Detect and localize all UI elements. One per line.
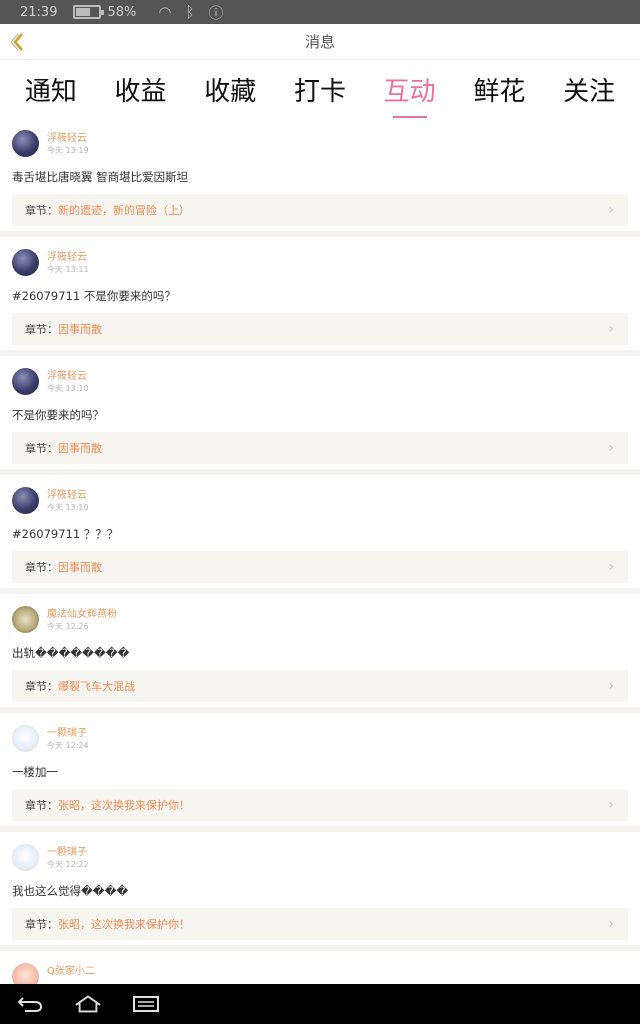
chevron-right-icon: › xyxy=(608,440,614,456)
chapter-title: 因事而散 xyxy=(58,442,102,455)
chapter-title: 新的遗迹，新的冒险（上） xyxy=(58,204,190,217)
chapter-label: 章节： xyxy=(25,918,58,931)
chevron-right-icon: › xyxy=(608,797,614,813)
tab-notice[interactable]: 通知 xyxy=(21,71,81,108)
battery-icon xyxy=(73,5,105,19)
bluetooth-icon: ᛒ xyxy=(185,3,195,21)
comment-text[interactable]: 不是你要来的吗？ xyxy=(12,406,628,424)
username[interactable]: 浮筱轻云 xyxy=(47,251,89,264)
tab-interaction[interactable]: 互动 xyxy=(380,71,440,108)
recent-apps-icon xyxy=(133,996,159,1012)
list-item: 浮筱轻云 今天 13:19 毒舌堪比唐晓翼 智商堪比爱因斯坦 章节： 新的遗迹，… xyxy=(0,118,640,231)
avatar[interactable] xyxy=(12,130,39,157)
comment-text[interactable]: 我也这么觉得���� xyxy=(12,882,628,900)
chapter-label: 章节： xyxy=(25,442,58,455)
chapter-link[interactable]: 章节： 因事而散 › xyxy=(12,313,628,345)
chapter-label: 章节： xyxy=(25,680,58,693)
chapter-title: 张昭，这次换我来保护你！ xyxy=(58,799,190,812)
chevron-right-icon: › xyxy=(608,916,614,932)
timestamp: 今天 13:19 xyxy=(47,146,89,155)
username[interactable]: 一颗琪子 xyxy=(47,727,89,740)
avatar[interactable] xyxy=(12,249,39,276)
system-nav-bar xyxy=(0,984,640,1024)
timestamp: 今天 12:26 xyxy=(47,622,89,631)
username[interactable]: 浮筱轻云 xyxy=(47,132,89,145)
tab-earnings[interactable]: 收益 xyxy=(111,71,171,108)
timestamp: 今天 13:10 xyxy=(47,384,89,393)
avatar[interactable] xyxy=(12,606,39,633)
comment-text[interactable]: 毒舌堪比唐晓翼 智商堪比爱因斯坦 xyxy=(12,168,628,186)
list-item: Q张家小二 xyxy=(0,951,640,984)
chapter-link[interactable]: 章节： 新的遗迹，新的冒险（上） › xyxy=(12,194,628,226)
list-item: 一颗琪子 今天 12:24 一楼加一 章节： 张昭，这次换我来保护你！ › xyxy=(0,713,640,826)
avatar[interactable] xyxy=(12,368,39,395)
header-bar: 消息 xyxy=(0,24,640,60)
chapter-link[interactable]: 章节： 因事而散 › xyxy=(12,432,628,464)
battery-percent: 58% xyxy=(107,4,137,20)
list-item: 浮筱轻云 今天 13:10 #26079711 ？？？ 章节： 因事而散 › xyxy=(0,475,640,588)
comment-text[interactable]: #26079711 不是你要来的吗？ xyxy=(12,287,628,305)
chevron-right-icon: › xyxy=(608,559,614,575)
list-item: 一颗琪子 今天 12:22 我也这么觉得���� 章节： 张昭，这次换我来保护你… xyxy=(0,832,640,945)
comment-text[interactable]: 一楼加一 xyxy=(12,763,628,781)
chapter-title: 因事而散 xyxy=(58,561,102,574)
chapter-title: 爆裂飞车大混战 xyxy=(58,680,135,693)
wifi-icon: ◠ xyxy=(158,3,172,21)
tab-bar: 通知 收益 收藏 打卡 互动 鲜花 关注 xyxy=(0,60,640,118)
avatar[interactable] xyxy=(12,844,39,871)
username[interactable]: 浮筱轻云 xyxy=(47,489,89,502)
avatar[interactable] xyxy=(12,963,39,984)
chevron-right-icon: › xyxy=(608,321,614,337)
chevron-right-icon: › xyxy=(608,202,614,218)
chapter-title: 因事而散 xyxy=(58,323,102,336)
page-title: 消息 xyxy=(304,33,335,51)
avatar[interactable] xyxy=(12,487,39,514)
timestamp: 今天 12:22 xyxy=(47,860,89,869)
chapter-link[interactable]: 章节： 张昭，这次换我来保护你！ › xyxy=(12,908,628,940)
list-item: 浮筱轻云 今天 13:10 不是你要来的吗？ 章节： 因事而散 › xyxy=(0,356,640,469)
avatar[interactable] xyxy=(12,725,39,752)
tab-favorites[interactable]: 收藏 xyxy=(200,71,260,108)
chapter-label: 章节： xyxy=(25,323,58,336)
message-list: 浮筱轻云 今天 13:19 毒舌堪比唐晓翼 智商堪比爱因斯坦 章节： 新的遗迹，… xyxy=(0,118,640,984)
chapter-link[interactable]: 章节： 爆裂飞车大混战 › xyxy=(12,670,628,702)
list-item: 浮筱轻云 今天 13:11 #26079711 不是你要来的吗？ 章节： 因事而… xyxy=(0,237,640,350)
username[interactable]: Q张家小二 xyxy=(47,965,95,978)
status-bar: 21:39 58% ◠ ᛒ ⓘ xyxy=(0,0,640,24)
chapter-link[interactable]: 章节： 因事而散 › xyxy=(12,551,628,583)
username[interactable]: 浮筱轻云 xyxy=(47,370,89,383)
chapter-label: 章节： xyxy=(25,799,58,812)
back-nav-button[interactable] xyxy=(16,993,44,1015)
timestamp: 今天 12:24 xyxy=(47,741,89,750)
chapter-title: 张昭，这次换我来保护你！ xyxy=(58,918,190,931)
tab-checkin[interactable]: 打卡 xyxy=(290,71,350,108)
info-icon: ⓘ xyxy=(208,3,224,22)
chevron-left-icon xyxy=(11,33,23,51)
back-button[interactable] xyxy=(8,30,28,54)
tab-follow[interactable]: 关注 xyxy=(559,71,619,108)
list-item: 魔法仙女辉燕粉 今天 12:26 出轨�������� 章节： 爆裂飞车大混战 … xyxy=(0,594,640,707)
chapter-label: 章节： xyxy=(25,204,58,217)
tab-flowers[interactable]: 鲜花 xyxy=(469,71,529,108)
chapter-link[interactable]: 章节： 张昭，这次换我来保护你！ › xyxy=(12,789,628,821)
status-time: 21:39 xyxy=(20,4,58,20)
back-arrow-icon xyxy=(17,997,43,1012)
timestamp: 今天 13:11 xyxy=(47,265,89,274)
chevron-right-icon: › xyxy=(608,678,614,694)
comment-text[interactable]: 出轨�������� xyxy=(12,644,628,662)
username[interactable]: 一颗琪子 xyxy=(47,846,89,859)
timestamp: 今天 13:10 xyxy=(47,503,89,512)
home-icon xyxy=(75,995,101,1013)
home-nav-button[interactable] xyxy=(74,993,102,1015)
username[interactable]: 魔法仙女辉燕粉 xyxy=(47,608,117,621)
comment-text[interactable]: #26079711 ？？？ xyxy=(12,525,628,543)
chapter-label: 章节： xyxy=(25,561,58,574)
recents-nav-button[interactable] xyxy=(132,993,160,1015)
